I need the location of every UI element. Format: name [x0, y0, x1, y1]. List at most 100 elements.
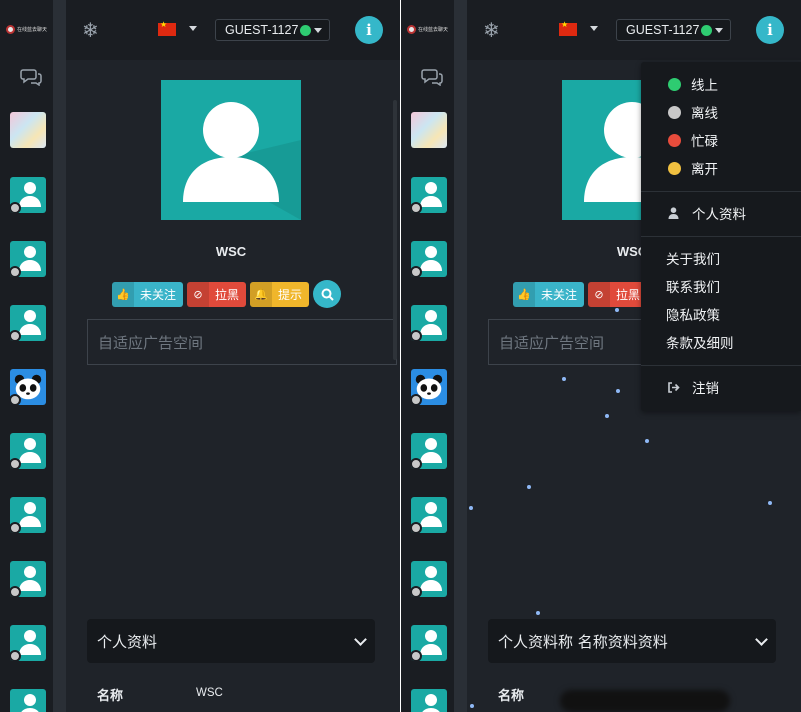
profile-section-toggle[interactable]: 个人资料 — [87, 619, 375, 663]
search-button[interactable] — [313, 280, 342, 308]
offline-status-dot — [10, 330, 21, 341]
rail-user-avatar[interactable] — [10, 241, 46, 277]
snow-particle — [616, 389, 620, 393]
status-away-item[interactable]: 离开 — [641, 156, 801, 180]
rail-user-avatar[interactable] — [411, 305, 447, 341]
rail-user-avatar[interactable] — [411, 497, 447, 533]
menu-item-about[interactable]: 关于我们 — [641, 246, 801, 270]
chat-bubbles-icon[interactable] — [421, 68, 443, 86]
snow-particle — [469, 506, 473, 510]
sign-out-icon — [667, 381, 680, 393]
logo-icon — [407, 24, 416, 34]
china-flag-icon[interactable] — [559, 20, 577, 36]
rail-user-avatar[interactable] — [411, 177, 447, 213]
china-flag-icon[interactable] — [158, 20, 176, 36]
app-logo[interactable]: 在线蓝去聊天 — [6, 22, 48, 36]
chevron-down-icon[interactable] — [590, 26, 598, 31]
rail-user-avatar[interactable] — [10, 561, 46, 597]
online-status-dot — [300, 24, 312, 36]
status-offline-item[interactable]: 离线 — [641, 100, 801, 124]
rail-divider — [454, 0, 467, 712]
offline-status-dot — [10, 458, 21, 469]
info-icon[interactable]: i — [756, 16, 784, 44]
field-label-name: 名称 — [97, 689, 124, 704]
rail-user-avatar[interactable] — [411, 241, 447, 277]
status-online-item[interactable]: 线上 — [641, 72, 801, 96]
rail-user-avatar[interactable] — [10, 689, 46, 712]
rail-user-avatar[interactable] — [410, 369, 447, 406]
chevron-down-icon[interactable] — [189, 26, 197, 31]
rail-user-avatar[interactable] — [411, 112, 447, 148]
scrollbar[interactable] — [393, 100, 397, 360]
offline-status-dot — [411, 330, 422, 341]
snow-particle — [645, 439, 649, 443]
rail-user-avatar[interactable] — [411, 625, 447, 661]
block-button[interactable]: ⊘ 拉黑 — [187, 282, 247, 307]
offline-status-dot — [10, 266, 21, 277]
rail-user-avatar[interactable] — [411, 433, 447, 469]
offline-status-dot — [411, 202, 422, 213]
snow-particle — [527, 485, 531, 489]
notify-button[interactable]: 🔔 提示 — [250, 282, 310, 307]
rail-user-avatar[interactable] — [411, 689, 447, 712]
follow-button[interactable]: 👍 未关注 — [513, 282, 585, 307]
offline-status-dot — [10, 586, 21, 597]
online-status-dot — [668, 77, 681, 91]
rail-user-avatar[interactable] — [10, 305, 46, 341]
offline-status-dot — [668, 105, 681, 119]
search-icon — [321, 288, 334, 301]
user-status-dropdown[interactable]: GUEST-1127 — [215, 19, 330, 41]
block-button[interactable]: ⊘ 拉黑 — [588, 282, 648, 307]
menu-divider — [641, 191, 801, 192]
offline-status-dot — [410, 394, 422, 406]
field-label-name: 名称 — [498, 689, 525, 704]
chevron-down-icon — [755, 633, 768, 646]
offline-status-dot — [10, 522, 21, 533]
follow-button[interactable]: 👍 未关注 — [112, 282, 184, 307]
snowflake-icon[interactable]: ❄ — [82, 18, 99, 42]
blurred-content — [560, 690, 730, 712]
rail-user-avatar[interactable] — [10, 497, 46, 533]
profile-name: WSC — [215, 244, 247, 259]
offline-status-dot — [411, 266, 422, 277]
rail-user-avatar[interactable] — [10, 112, 46, 148]
menu-item-privacy[interactable]: 隐私政策 — [641, 302, 801, 326]
thumbs-up-icon: 👍 — [112, 282, 134, 307]
offline-status-dot — [411, 458, 422, 469]
chat-bubbles-icon[interactable] — [20, 68, 42, 86]
rail-user-avatar[interactable] — [411, 561, 447, 597]
profile-section-toggle[interactable]: 个人资料称 名称资料资料 — [488, 619, 776, 663]
thumbs-up-icon: 👍 — [513, 282, 535, 307]
ad-space: 自适应广告空间 — [87, 319, 397, 365]
app-logo[interactable]: 在线蓝去聊天 — [407, 22, 449, 36]
profile-actions: 👍 未关注 ⊘ 拉黑 🔔 提示 — [112, 280, 342, 308]
chevron-down-icon — [715, 27, 724, 33]
menu-item-logout[interactable]: 注销 — [641, 375, 801, 399]
snow-particle — [768, 501, 772, 505]
snow-particle — [562, 377, 566, 381]
user-rail: 在线蓝去聊天 — [0, 0, 53, 712]
menu-item-profile[interactable]: 个人资料 — [641, 201, 801, 225]
chat-panel-left: 在线蓝去聊天 ❄ ★ GUEST-1127 i WSC 👍 未关注 ⊘ 拉黑 🔔… — [0, 0, 400, 712]
offline-status-dot — [411, 586, 422, 597]
offline-status-dot — [411, 650, 422, 661]
rail-user-avatar[interactable] — [10, 433, 46, 469]
rail-user-avatar[interactable] — [9, 369, 46, 406]
snow-particle — [470, 704, 474, 708]
status-busy-item[interactable]: 忙碌 — [641, 128, 801, 152]
menu-divider — [641, 365, 801, 366]
online-status-dot — [701, 24, 713, 36]
profile-avatar — [161, 80, 301, 220]
snow-particle — [615, 308, 619, 312]
logo-icon — [6, 24, 15, 34]
snowflake-icon[interactable]: ❄ — [483, 18, 500, 42]
menu-item-terms[interactable]: 条款及细则 — [641, 330, 801, 354]
busy-status-dot — [668, 133, 681, 147]
info-icon[interactable]: i — [355, 16, 383, 44]
menu-item-contact[interactable]: 联系我们 — [641, 274, 801, 298]
menu-divider — [641, 236, 801, 237]
user-icon — [667, 207, 680, 219]
rail-user-avatar[interactable] — [10, 177, 46, 213]
user-status-dropdown[interactable]: GUEST-1127 — [616, 19, 731, 41]
rail-user-avatar[interactable] — [10, 625, 46, 661]
